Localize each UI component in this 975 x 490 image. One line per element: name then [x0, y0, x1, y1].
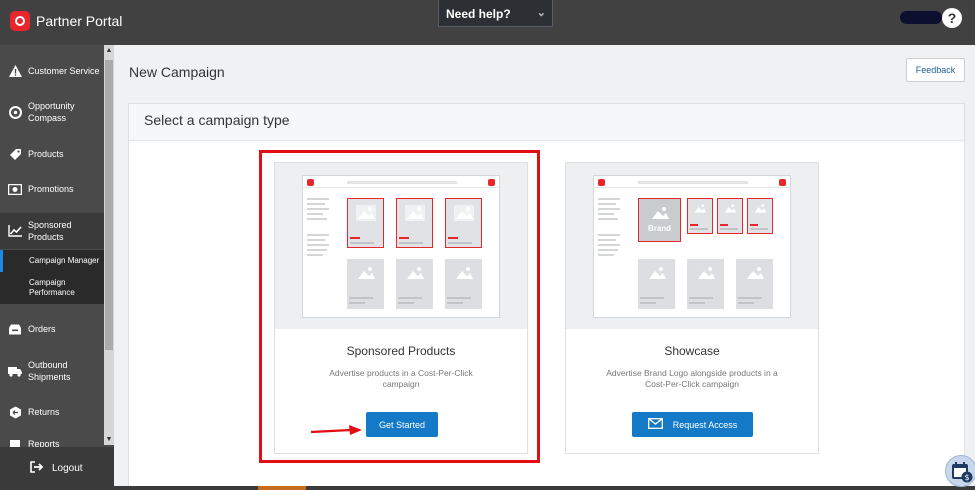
sidebar-item-label: Products [28, 149, 64, 159]
brand-tile: Brand [638, 198, 681, 242]
sidebar-item-label: Outbound Shipments [28, 360, 71, 382]
need-help-label: Need help? [446, 7, 511, 21]
card-title: Showcase [664, 344, 720, 358]
page-mockup: Brand [593, 175, 791, 318]
compass-icon [8, 105, 22, 119]
product-tile [736, 259, 773, 309]
logout-button[interactable]: Logout [0, 447, 114, 490]
chart-line-icon [8, 224, 22, 238]
reports-icon [8, 438, 22, 447]
sidebar-item-customer-service[interactable]: Customer Service [0, 58, 104, 84]
sidebar-subitem-label: Campaign Performance [29, 278, 75, 297]
request-access-label: Request Access [672, 419, 738, 430]
calendar-dollar-icon: $ [952, 462, 973, 483]
svg-text:$: $ [964, 473, 969, 482]
sidebar-subitem-campaign-performance[interactable]: Campaign Performance [0, 272, 104, 304]
product-tile [638, 259, 675, 309]
logout-icon [30, 461, 44, 476]
page-title: New Campaign [129, 64, 225, 80]
sidebar-item-label: Customer Service [28, 66, 100, 76]
sponsored-tile [747, 198, 773, 234]
selection-highlight-box [259, 150, 540, 463]
campaign-type-panel [128, 103, 965, 490]
sponsored-tile [687, 198, 713, 234]
section-title: Select a campaign type [144, 112, 290, 128]
sponsored-tile [717, 198, 743, 234]
sidebar-item-label: Returns [28, 407, 60, 417]
mock-logo-icon [598, 179, 605, 186]
scroll-down-arrow-icon[interactable]: ▼ [104, 435, 114, 445]
logout-label: Logout [52, 463, 83, 474]
sidebar-item-label: Reports [28, 439, 60, 447]
card-description: Advertise Brand Logo alongside products … [606, 368, 778, 389]
chevron-down-icon: ⌄ [536, 7, 546, 19]
sidebar-item-label: Sponsored Products [28, 220, 72, 242]
need-help-dropdown[interactable]: Need help? ⌄ [438, 0, 553, 27]
showcase-illustration: Brand [566, 163, 818, 329]
taskbar-accent [258, 486, 306, 490]
feedback-button[interactable]: Feedback [906, 58, 965, 82]
campaign-card-showcase[interactable]: Brand Showcase Advertise Brand Logo alon… [565, 162, 819, 454]
sidebar-scroll-thumb[interactable] [105, 60, 113, 350]
sidebar-item-sponsored-products[interactable]: Sponsored Products [0, 213, 104, 249]
truck-icon [8, 364, 22, 378]
orders-icon [8, 322, 22, 336]
scroll-up-arrow-icon[interactable]: ▲ [104, 46, 114, 56]
sidebar-item-promotions[interactable]: Promotions [0, 176, 104, 202]
brand-logo-icon [10, 11, 30, 31]
promotions-icon [8, 182, 22, 196]
sidebar-item-returns[interactable]: Returns [0, 399, 104, 425]
brand[interactable]: Partner Portal [10, 11, 122, 31]
sidebar-item-opportunity-compass[interactable]: Opportunity Compass [0, 96, 104, 128]
tag-icon [8, 147, 22, 161]
mock-cart-icon [779, 179, 786, 186]
sidebar-subitem-campaign-manager[interactable]: Campaign Manager [0, 250, 104, 272]
sidebar-item-orders[interactable]: Orders [0, 316, 104, 342]
sidebar-item-label: Opportunity Compass [28, 101, 75, 123]
sidebar-item-outbound-shipments[interactable]: Outbound Shipments [0, 354, 104, 388]
mail-icon [647, 418, 663, 431]
request-access-button[interactable]: Request Access [632, 412, 753, 437]
brand-tile-label: Brand [647, 224, 672, 233]
sidebar-item-label: Orders [28, 324, 56, 334]
sidebar-item-label: Promotions [28, 184, 74, 194]
warning-icon [8, 64, 22, 78]
annotation-arrow-icon [311, 425, 362, 435]
support-chat-button[interactable]: $ [945, 455, 975, 487]
user-account-menu[interactable] [900, 11, 942, 24]
product-tile [687, 259, 724, 309]
returns-icon [8, 405, 22, 419]
help-question-icon[interactable]: ? [942, 8, 962, 28]
brand-name: Partner Portal [36, 13, 123, 29]
sidebar-item-products[interactable]: Products [0, 141, 104, 167]
sidebar-item-reports[interactable]: Reports [0, 438, 104, 447]
taskbar-strip [114, 486, 975, 490]
